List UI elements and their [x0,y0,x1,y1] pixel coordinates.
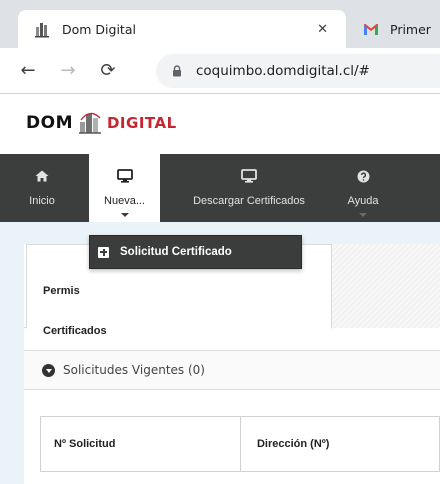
column-header-direccion[interactable]: Dirección (Nº) [241,417,439,471]
nav-item-label: Descargar Certificados [193,195,305,207]
site-header: DOM DIGITAL [0,94,440,154]
monitor-icon [116,169,133,183]
site-logo[interactable]: DOM DIGITAL [26,110,177,136]
dropdown-item-label: Solicitud Certificado [120,246,232,258]
browser-tab-inactive[interactable]: Primer [346,10,440,48]
back-arrow-icon[interactable]: ← [14,60,42,81]
nav-item-ayuda[interactable]: Ayuda [336,154,390,222]
dropdown-item-solicitud-certificado[interactable]: Solicitud Certificado [89,235,302,269]
reload-icon[interactable]: ⟳ [94,60,122,81]
active-tab-title: Dom Digital [62,21,136,37]
forward-arrow-icon[interactable]: → [54,60,82,81]
section-toggle-label: Solicitudes Vigentes (0) [63,363,205,377]
home-icon [35,170,49,182]
solicitudes-table-header: Nº Solicitud Dirección (Nº) [40,416,440,472]
address-url: coquimbo.domdigital.cl/# [196,63,370,79]
tab-strip-background [332,244,440,328]
close-tab-icon[interactable]: ✕ [317,22,328,37]
browser-tab-active[interactable]: Dom Digital ✕ [18,10,346,48]
dom-digital-favicon [35,23,49,38]
browser-toolbar: ← → ⟳ coquimbo.domdigital.cl/# [0,48,440,94]
solicitudes-vigentes-toggle[interactable]: Solicitudes Vigentes (0) [24,350,440,390]
content-panel: Permis Certificados Solicitudes Vigentes… [24,244,440,484]
monitor-icon [241,169,257,183]
address-bar[interactable]: coquimbo.domdigital.cl/# [156,54,440,88]
logo-text-digital: DIGITAL [106,114,177,132]
question-icon [357,170,369,182]
plus-square-icon [98,246,109,258]
tab-subtitle: Certificados [43,325,107,337]
collapse-toggle-icon [42,363,55,377]
nav-item-label: Ayuda [347,195,379,207]
chevron-down-icon [120,213,129,217]
nav-item-descargar-certificados[interactable]: Descargar Certificados [168,154,330,222]
tab-title: Permis [43,285,80,297]
inactive-tab-title: Primer [390,21,431,37]
logo-text-dom: DOM [26,113,73,133]
gmail-favicon [364,24,378,35]
column-header-solicitud[interactable]: Nº Solicitud [41,417,241,471]
nav-item-inicio[interactable]: Inicio [0,154,84,222]
main-navbar: Inicio Nueva... Descargar Certificados A… [0,154,440,222]
building-logo-icon [78,112,101,134]
nav-item-label: Inicio [29,195,55,207]
nav-item-nueva[interactable]: Nueva... [89,154,160,222]
chevron-down-icon [359,213,367,217]
nav-item-label: Nueva... [104,195,145,207]
lock-icon [173,65,181,77]
